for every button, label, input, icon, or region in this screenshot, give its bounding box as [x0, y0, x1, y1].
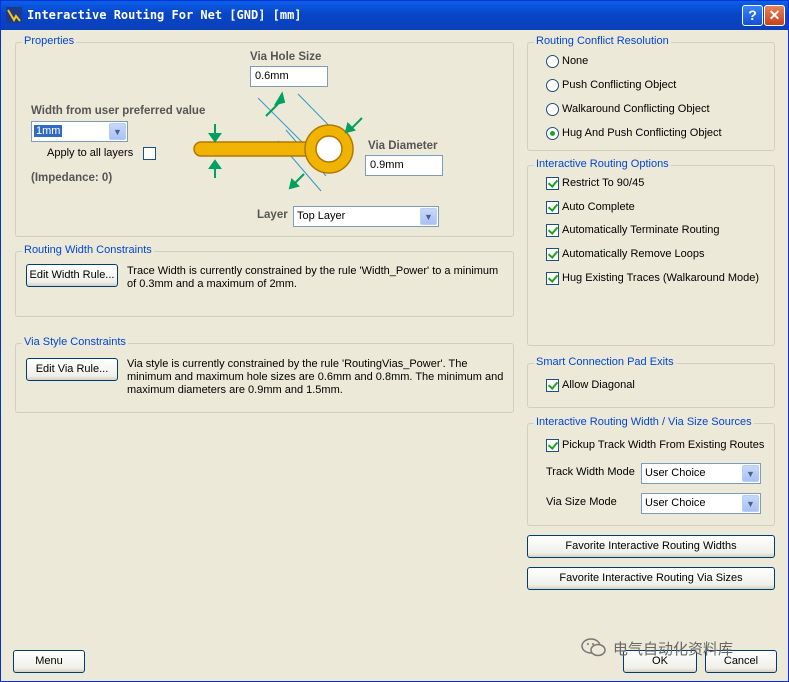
- restrict-90-45-checkbox[interactable]: [546, 177, 559, 190]
- remove-loops-checkbox[interactable]: [546, 248, 559, 261]
- radio-hug-and-push-label: Hug And Push Conflicting Object: [562, 127, 722, 139]
- apply-all-layers-label: Apply to all layers: [47, 147, 134, 159]
- via-diameter-label: Via Diameter: [368, 140, 438, 152]
- diameter-arrows-icon: [288, 173, 305, 190]
- radio-none-label: None: [562, 55, 589, 67]
- radio-push[interactable]: [546, 79, 559, 92]
- hug-traces-checkbox[interactable]: [546, 272, 559, 285]
- chevron-down-icon[interactable]: ▼: [420, 208, 437, 225]
- chevron-down-icon[interactable]: ▼: [109, 123, 126, 140]
- via-hole-size-label: Via Hole Size: [250, 51, 322, 63]
- hug-traces-label: Hug Existing Traces (Walkaround Mode): [562, 272, 760, 284]
- via-size-mode-select[interactable]: User Choice ▼: [641, 493, 761, 514]
- radio-walkaround-label: Walkaround Conflicting Object: [562, 103, 710, 115]
- via-diameter-input[interactable]: 0.9mm: [365, 155, 443, 176]
- via-hole-shape: [315, 135, 343, 163]
- allow-diagonal-label: Allow Diagonal: [562, 379, 635, 391]
- favorite-widths-button[interactable]: Favorite Interactive Routing Widths: [527, 535, 775, 558]
- conflict-resolution-group-title: Routing Conflict Resolution: [534, 35, 671, 47]
- window-title: Interactive Routing For Net [GND] [mm]: [27, 8, 302, 22]
- apply-all-layers-checkbox[interactable]: [143, 147, 156, 160]
- layer-select-value: Top Layer: [297, 210, 346, 222]
- via-diagram: [193, 91, 363, 192]
- track-width-mode-label: Track Width Mode: [546, 466, 635, 478]
- routing-width-group-title: Routing Width Constraints: [22, 244, 154, 256]
- radio-push-label: Push Conflicting Object: [562, 79, 677, 91]
- restrict-90-45-label: Restrict To 90/45: [562, 177, 645, 189]
- track-width-mode-select[interactable]: User Choice ▼: [641, 463, 761, 484]
- via-style-description: Via style is currently constrained by th…: [127, 358, 504, 396]
- pad-exits-group-title: Smart Connection Pad Exits: [534, 356, 676, 368]
- width-label: Width from user preferred value: [31, 105, 206, 117]
- routing-width-description: Trace Width is currently constrained by …: [127, 265, 499, 290]
- auto-complete-label: Auto Complete: [562, 201, 635, 213]
- pickup-track-width-checkbox[interactable]: [546, 439, 559, 452]
- auto-terminate-checkbox[interactable]: [546, 224, 559, 237]
- auto-complete-checkbox[interactable]: [546, 201, 559, 214]
- via-size-mode-label: Via Size Mode: [546, 496, 617, 508]
- track-width-mode-value: User Choice: [645, 467, 706, 479]
- help-button[interactable]: ?: [742, 5, 763, 26]
- via-hole-size-input[interactable]: 0.6mm: [250, 66, 328, 87]
- remove-loops-label: Automatically Remove Loops: [562, 248, 705, 260]
- app-icon: [6, 7, 22, 23]
- wechat-icon: [581, 638, 606, 657]
- routing-options-group-title: Interactive Routing Options: [534, 158, 671, 170]
- allow-diagonal-checkbox[interactable]: [546, 379, 559, 392]
- close-button[interactable]: ✕: [764, 5, 785, 26]
- edit-via-rule-button[interactable]: Edit Via Rule...: [26, 358, 118, 381]
- auto-terminate-label: Automatically Terminate Routing: [562, 224, 720, 236]
- chevron-down-icon[interactable]: ▼: [742, 495, 759, 512]
- edit-width-rule-button[interactable]: Edit Width Rule...: [26, 264, 118, 287]
- watermark-text: 电气自动化资料库: [613, 641, 734, 658]
- favorite-via-sizes-button[interactable]: Favorite Interactive Routing Via Sizes: [527, 567, 775, 590]
- properties-group-title: Properties: [22, 35, 77, 47]
- radio-hug-and-push[interactable]: [546, 127, 559, 140]
- hole-size-arrows-icon: [265, 91, 363, 134]
- radio-none[interactable]: [546, 55, 559, 68]
- width-select[interactable]: 1mm ▼: [31, 121, 128, 142]
- pickup-track-width-label: Pickup Track Width From Existing Routes: [562, 439, 765, 451]
- via-size-mode-value: User Choice: [645, 497, 706, 509]
- size-sources-group-title: Interactive Routing Width / Via Size Sou…: [534, 416, 754, 428]
- layer-select[interactable]: Top Layer ▼: [293, 206, 439, 227]
- impedance-text: (Impedance: 0): [31, 172, 113, 184]
- radio-walkaround[interactable]: [546, 103, 559, 116]
- title-bar[interactable]: Interactive Routing For Net [GND] [mm] ?…: [1, 1, 788, 30]
- layer-label: Layer: [257, 209, 288, 221]
- dialog-window: Interactive Routing For Net [GND] [mm] ?…: [0, 0, 789, 682]
- via-style-group-title: Via Style Constraints: [22, 336, 128, 348]
- chevron-down-icon[interactable]: ▼: [742, 465, 759, 482]
- trace-shape: [193, 141, 315, 157]
- menu-button[interactable]: Menu: [13, 650, 85, 673]
- width-select-value: 1mm: [34, 125, 63, 137]
